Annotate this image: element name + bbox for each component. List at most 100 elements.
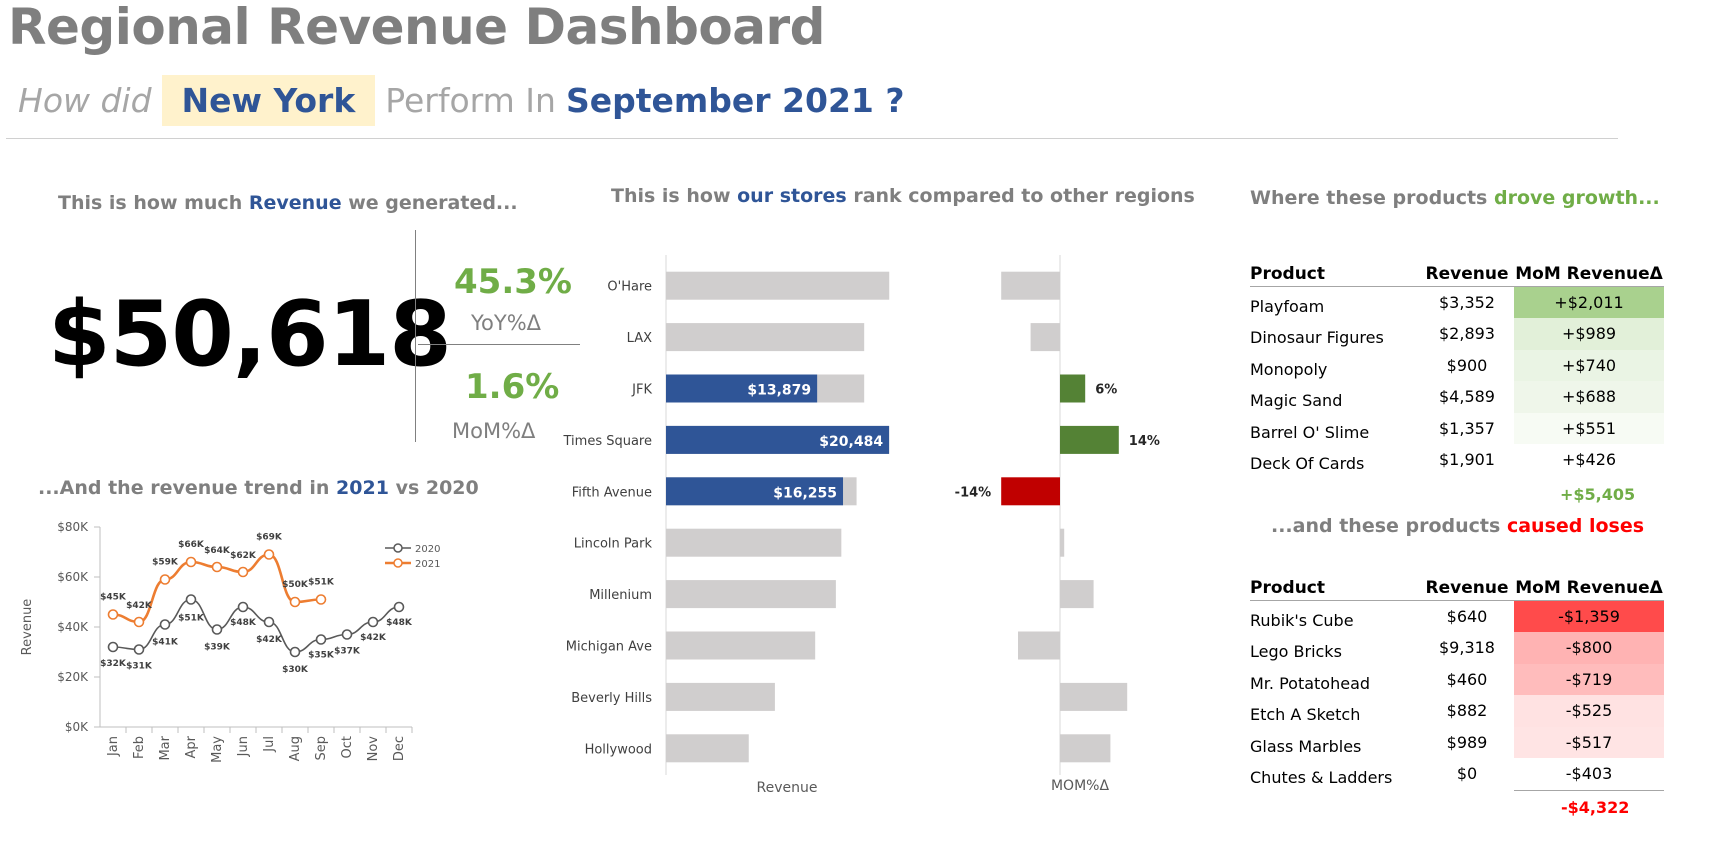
product-revenue: $900 xyxy=(1446,355,1488,375)
product-revenue: $1,357 xyxy=(1439,418,1495,438)
y-tick-label: $40K xyxy=(57,620,89,634)
store-label: Fifth Avenue xyxy=(572,485,652,500)
loss-products-table: Product Revenue MoM RevenueΔ Rubik's Cub… xyxy=(1250,574,1664,790)
loss-table-header: Product Revenue MoM RevenueΔ xyxy=(1250,574,1664,601)
x-tick-label: Jan xyxy=(106,736,121,757)
x-tick-label: Oct xyxy=(340,736,355,758)
data-point xyxy=(237,566,249,578)
region-selector[interactable]: New York xyxy=(161,74,376,126)
store-mom-bar xyxy=(1001,477,1060,506)
store-label: JFK xyxy=(631,383,652,398)
page-title: Regional Revenue Dashboard xyxy=(8,0,825,56)
store-mom-label: 6% xyxy=(1095,383,1117,398)
x-tick-label: Apr xyxy=(184,735,199,758)
data-label: $42K xyxy=(360,633,387,643)
growth-heading-pre: Where these products xyxy=(1250,187,1488,209)
data-label: $64K xyxy=(204,546,231,556)
table-row: Glass Marbles $989 -$517 xyxy=(1250,726,1664,758)
revenue-trend-chart: $0K $20K $40K $60K $80K Revenue Jan Feb Mar Apr Ma… xyxy=(20,520,440,763)
revenue-axis-title: Revenue xyxy=(757,780,818,796)
col-product: Product xyxy=(1250,574,1420,601)
data-point xyxy=(159,574,171,585)
loss-heading-key: caused loses xyxy=(1506,515,1645,537)
product-mom-delta: -$403 xyxy=(1514,758,1664,790)
store-revenue-bar xyxy=(666,682,775,711)
data-point xyxy=(315,634,327,645)
table-row: Etch A Sketch $882 -$525 xyxy=(1250,695,1664,727)
product-name: Lego Bricks xyxy=(1250,642,1342,662)
store-ranking-chart: O'Hare LAX JFK $13,879 6% Times Square $20,484… xyxy=(563,255,1160,796)
product-name: Glass Marbles xyxy=(1250,736,1362,756)
product-mom-delta: +$551 xyxy=(1514,412,1664,444)
product-name: Etch A Sketch xyxy=(1250,705,1361,725)
trend-heading: ...And the revenue trend in 2021 vs 2020 xyxy=(38,477,479,499)
legend-swatch-marker xyxy=(393,558,403,568)
y-tick-label: $60K xyxy=(57,570,89,584)
col-revenue: Revenue xyxy=(1420,574,1514,601)
growth-products-table: Product Revenue MoM RevenueΔ Playfoam $3,… xyxy=(1250,260,1664,476)
product-name: Rubik's Cube xyxy=(1250,611,1354,630)
period-selector[interactable]: September 2021 ? xyxy=(566,81,905,120)
product-mom-delta: +$2,011 xyxy=(1514,286,1664,318)
table-row: Rubik's Cube $640 -$1,359 xyxy=(1250,600,1664,632)
x-tick-label: Mar xyxy=(158,735,173,760)
product-revenue: $3,352 xyxy=(1439,293,1495,312)
col-product: Product xyxy=(1250,260,1420,287)
product-name: Mr. Potatohead xyxy=(1250,673,1371,693)
data-label: $48K xyxy=(230,618,257,628)
product-mom-delta: +$989 xyxy=(1514,318,1664,350)
legend-label: 2021 xyxy=(415,559,440,570)
header-divider xyxy=(6,138,1618,139)
store-revenue-bar xyxy=(666,528,842,557)
data-label: $41K xyxy=(152,638,179,648)
store-mom-bar xyxy=(1030,323,1060,352)
col-revenue: Revenue xyxy=(1420,260,1514,287)
product-name: Deck Of Cards xyxy=(1250,454,1365,474)
stores-heading: This is how our stores rank compared to … xyxy=(611,185,1195,207)
data-label: $50K xyxy=(282,580,309,590)
product-mom-delta: -$525 xyxy=(1514,695,1664,727)
revenue-heading-key: Revenue xyxy=(248,192,342,214)
yoy-label: YoY%Δ xyxy=(471,311,542,335)
store-label: Lincoln Park xyxy=(574,537,653,552)
store-label: LAX xyxy=(627,331,652,346)
data-label: $66K xyxy=(178,540,205,550)
product-mom-delta: +$426 xyxy=(1514,444,1664,476)
table-row: Playfoam $3,352 +$2,011 xyxy=(1250,286,1664,318)
store-mom-bar xyxy=(1060,580,1094,609)
store-label: Millenium xyxy=(589,588,652,603)
store-label: Michigan Ave xyxy=(566,640,652,655)
legend-swatch-marker xyxy=(393,543,403,553)
store-mom-bar xyxy=(1060,734,1111,763)
store-revenue-bar xyxy=(666,323,865,352)
trend-heading-pre: ...And the revenue trend in xyxy=(38,477,330,499)
total-revenue-value: $50,618 xyxy=(48,282,452,387)
x-tick-label: Jul xyxy=(262,736,277,753)
product-name: Magic Sand xyxy=(1250,391,1343,411)
store-mom-bar xyxy=(1060,528,1065,557)
data-point xyxy=(289,646,301,658)
product-revenue: $460 xyxy=(1446,669,1488,689)
product-revenue: $2,893 xyxy=(1439,324,1495,344)
growth-heading: Where these products drove growth... xyxy=(1250,187,1660,209)
data-label: $48K xyxy=(386,618,413,628)
store-mom-label: -14% xyxy=(955,485,992,500)
table-row: Deck Of Cards $1,901 +$426 xyxy=(1250,444,1664,476)
table-row: Barrel O' Slime $1,357 +$551 xyxy=(1250,412,1664,444)
data-label: $42K xyxy=(256,635,283,645)
data-point xyxy=(393,601,405,613)
data-label: $39K xyxy=(204,643,231,653)
data-point xyxy=(185,594,197,605)
y-tick-label: $0K xyxy=(65,720,89,734)
store-revenue-bar xyxy=(666,271,890,300)
data-label: $69K xyxy=(256,533,283,543)
store-revenue-label: $16,255 xyxy=(773,485,837,501)
data-point xyxy=(367,616,379,628)
x-tick-label: May xyxy=(210,736,225,763)
store-mom-bar xyxy=(1001,271,1060,300)
store-mom-bar xyxy=(1018,631,1060,660)
data-label: $42K xyxy=(126,601,153,611)
product-revenue: $4,589 xyxy=(1439,387,1495,407)
product-name: Dinosaur Figures xyxy=(1250,328,1384,348)
data-point xyxy=(315,594,327,605)
